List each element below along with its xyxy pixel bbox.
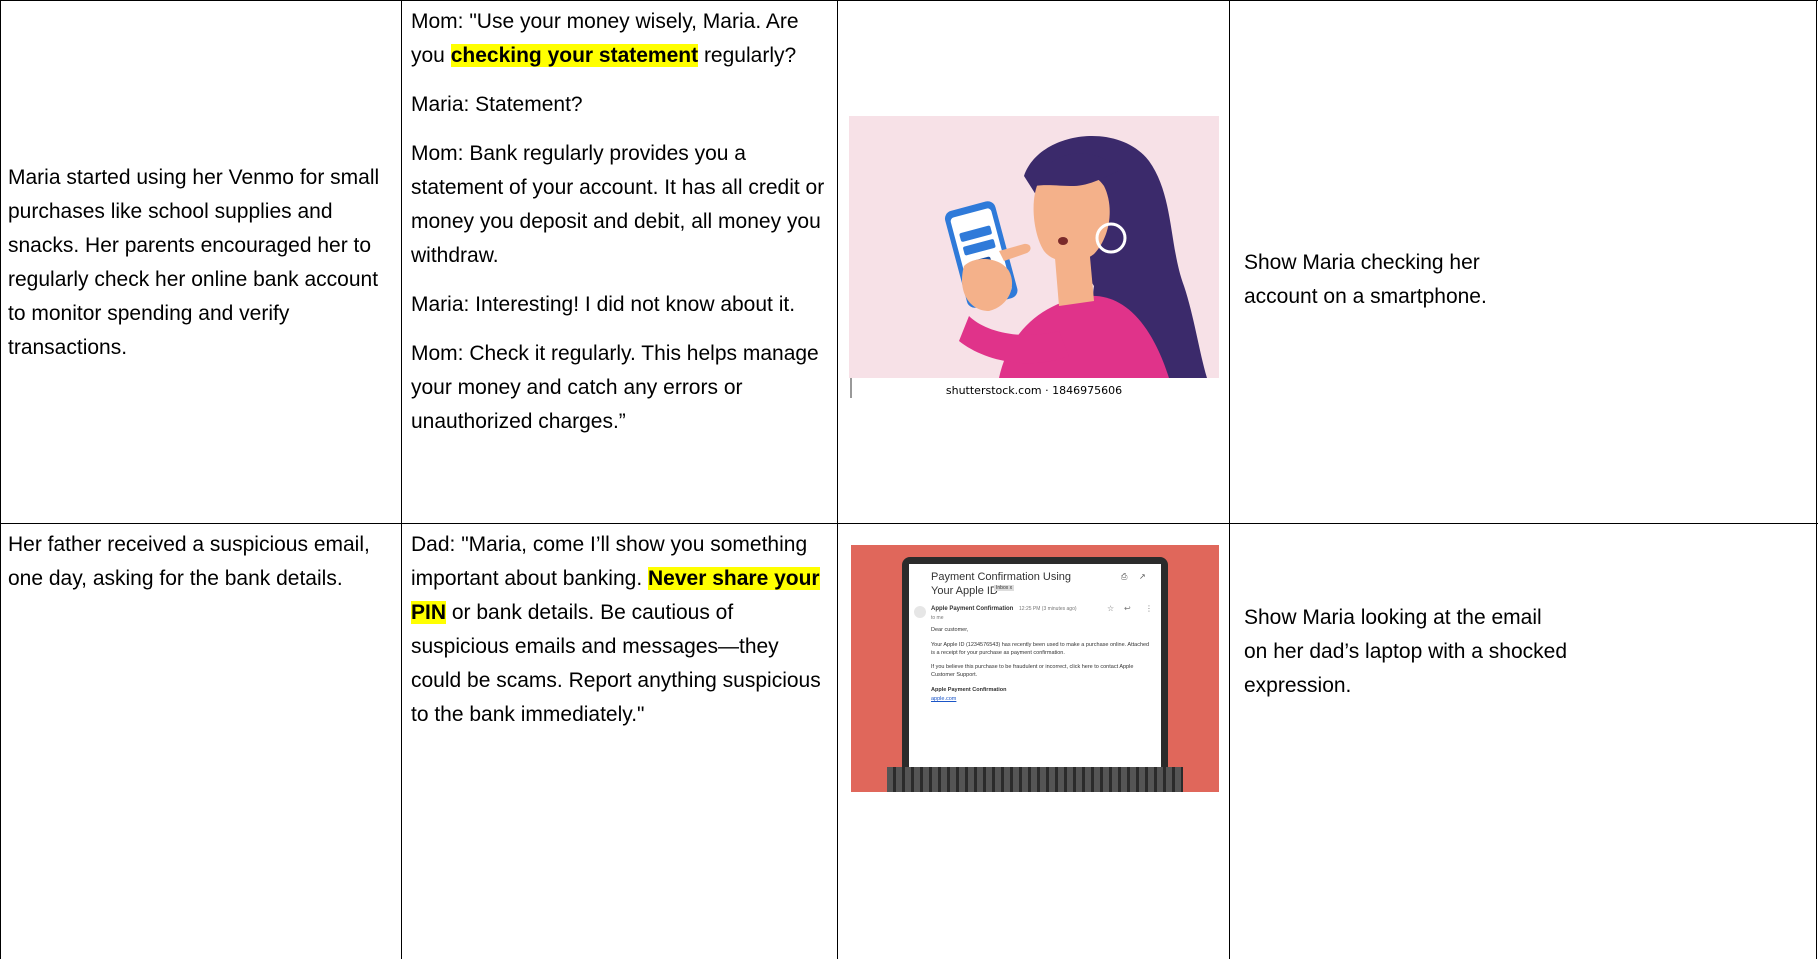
dialogue-line: Mom: Check it regularly. This helps mana… <box>411 342 819 433</box>
email-signature: Apple Payment Confirmation <box>931 687 1007 693</box>
illustration-woman-phone: shutterstock.com · 1846975606 <box>849 116 1219 400</box>
dialogue-cell-1: Mom: "Use your money wisely, Maria. Are … <box>411 5 827 454</box>
direction-cell-2: Show Maria looking at the email on her d… <box>1244 601 1809 718</box>
highlighted-phrase: checking your statement <box>450 44 699 67</box>
dialogue-cell-2: Dad: "Maria, come I’ll show you somethin… <box>411 528 829 747</box>
column-divider-3 <box>1229 0 1230 959</box>
dialogue-line: Mom: "Use your money wisely, Maria. Are … <box>411 10 799 67</box>
email-body-1: Your Apple ID (1234576543) has recently … <box>931 642 1150 656</box>
email-link: apple.com <box>931 696 957 702</box>
inbox-tag: Inbox x <box>994 585 1015 591</box>
table-border-right <box>1816 0 1817 959</box>
table-border-top <box>0 0 1818 1</box>
email-to: to me <box>931 615 944 621</box>
email-greeting: Dear customer, <box>931 627 969 633</box>
woman-phone-illustration: shutterstock.com · 1846975606 <box>849 116 1219 398</box>
direction-text: Show Maria looking at the email on her d… <box>1244 606 1567 697</box>
story-table: Maria started using her Venmo for small … <box>0 0 1818 959</box>
star-icon: ☆ <box>1107 604 1115 613</box>
table-border-left <box>0 0 1 959</box>
email-time: 12:25 PM (3 minutes ago) <box>1019 606 1077 612</box>
narration-text: Maria started using her Venmo for small … <box>8 166 380 359</box>
image-caption: shutterstock.com · 1846975606 <box>946 384 1122 397</box>
open-new-window-icon: ↗ <box>1139 572 1146 581</box>
laptop-screen: Payment Confirmation Using Your Apple ID… <box>902 557 1168 772</box>
email-title: Payment Confirmation Using Your Apple ID <box>931 571 1072 597</box>
avatar <box>914 606 926 618</box>
dialogue-line: Mom: Bank regularly provides you a state… <box>411 142 825 267</box>
reply-icon: ↩ <box>1124 604 1131 613</box>
narration-text: Her father received a suspicious email, … <box>8 533 370 590</box>
dialogue-line: Dad: "Maria, come I’ll show you somethin… <box>411 533 821 726</box>
email-view: Payment Confirmation Using Your Apple ID… <box>909 564 1161 772</box>
illustration-laptop-email: Payment Confirmation Using Your Apple ID… <box>851 545 1219 792</box>
print-icon: ⎙ <box>1121 572 1128 581</box>
narration-cell-2: Her father received a suspicious email, … <box>8 528 394 611</box>
column-divider-2 <box>837 0 838 959</box>
direction-text: Show Maria checking her account on a sma… <box>1244 251 1487 308</box>
more-icon: ⋮ <box>1145 604 1153 613</box>
sender-name: Apple Payment Confirmation <box>931 606 1014 612</box>
email-body-2: If you believe this purchase to be fraud… <box>931 664 1134 678</box>
dialogue-line: Maria: Statement? <box>411 93 583 116</box>
narration-cell-1: Maria started using her Venmo for small … <box>8 161 394 380</box>
row-divider <box>0 523 1818 524</box>
direction-cell-1: Show Maria checking her account on a sma… <box>1244 246 1804 329</box>
column-divider-1 <box>401 0 402 959</box>
laptop-keyboard <box>887 767 1183 792</box>
dialogue-line: Maria: Interesting! I did not know about… <box>411 293 796 316</box>
